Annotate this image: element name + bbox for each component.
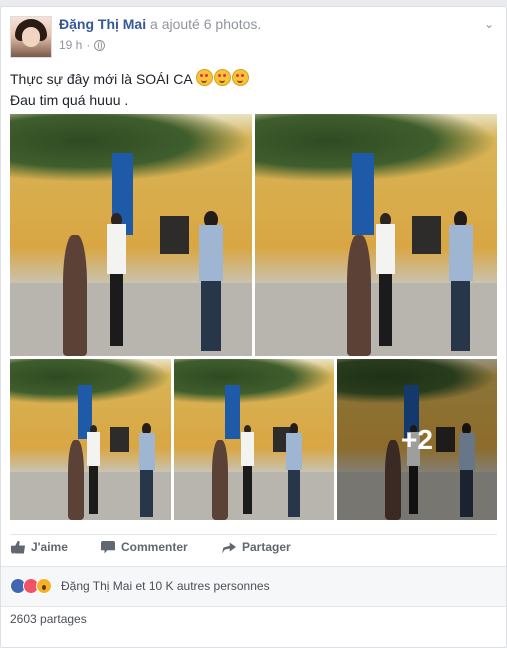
legs xyxy=(287,470,301,517)
post-action-text: a ajouté 6 photos. xyxy=(150,16,262,32)
post-card: Đặng Thị Mai a ajouté 6 photos. 19 h · ⌄… xyxy=(0,6,507,648)
photo-5-more[interactable]: +2 xyxy=(337,359,497,520)
author-name-link[interactable]: Đặng Thị Mai xyxy=(59,16,146,32)
post-text: Thực sự đây mới là SOÁI CA Đau tim quá h… xyxy=(10,69,250,111)
photo-door xyxy=(412,215,442,255)
legs xyxy=(89,465,99,514)
photo-chair xyxy=(67,439,85,520)
photo-banner xyxy=(351,152,374,235)
legs xyxy=(109,274,124,347)
photo-person-white-shirt xyxy=(376,213,396,347)
photo-4[interactable] xyxy=(174,359,334,520)
photo-trees xyxy=(174,359,334,405)
shirt xyxy=(286,432,302,471)
wow-icon xyxy=(36,578,52,594)
photo-3[interactable] xyxy=(10,359,171,520)
photo-chair xyxy=(346,235,372,356)
photo-trees xyxy=(255,114,497,182)
photo-door xyxy=(160,215,190,255)
avatar-face xyxy=(22,27,40,47)
photo-2[interactable] xyxy=(255,114,497,356)
photo-person-blue-shirt xyxy=(448,210,473,352)
photo-chair xyxy=(212,439,229,520)
post-text-line-1-text: Thực sự đây mới là SOÁI CA xyxy=(10,71,192,87)
shirt xyxy=(138,432,155,471)
post-meta: 19 h · xyxy=(59,38,106,52)
legs xyxy=(201,280,221,352)
photo-person-blue-shirt xyxy=(198,210,223,352)
like-label: J'aime xyxy=(31,540,68,554)
comment-button[interactable]: Commenter xyxy=(101,540,188,554)
legs xyxy=(243,465,253,514)
post-header: Đặng Thị Mai a ajouté 6 photos. xyxy=(59,16,261,32)
photo-person-blue-shirt xyxy=(138,423,155,517)
smiling-heart-eyes-emoji-icon xyxy=(231,69,249,86)
post-timestamp[interactable]: 19 h xyxy=(59,38,82,52)
divider xyxy=(1,606,506,607)
author-avatar[interactable] xyxy=(10,16,52,58)
reactions-summary[interactable]: Đặng Thị Mai et 10 K autres personnes xyxy=(61,579,270,593)
reaction-icons[interactable] xyxy=(10,578,52,594)
reactions-bar: Đặng Thị Mai et 10 K autres personnes xyxy=(1,566,506,607)
legs xyxy=(451,280,471,352)
post-action-bar: J'aime Commenter Partager xyxy=(1,534,506,566)
shirt xyxy=(198,224,223,281)
photo-1[interactable] xyxy=(10,114,252,356)
photo-person-white-shirt xyxy=(87,425,101,514)
share-label: Partager xyxy=(242,540,291,554)
chevron-down-icon[interactable]: ⌄ xyxy=(482,17,496,31)
shirt xyxy=(241,432,254,466)
shirt xyxy=(106,223,127,275)
photo-person-white-shirt xyxy=(106,213,127,347)
photo-door xyxy=(109,426,130,453)
photo-person-blue-shirt xyxy=(286,423,302,517)
comment-icon xyxy=(101,540,115,554)
post-text-line-1: Thực sự đây mới là SOÁI CA xyxy=(10,69,250,90)
more-photos-overlay[interactable]: +2 xyxy=(337,359,497,520)
photo-ground xyxy=(174,471,334,520)
shirt xyxy=(448,224,473,281)
shirt xyxy=(87,432,101,466)
shares-count[interactable]: 2603 partages xyxy=(10,612,87,626)
divider xyxy=(10,534,497,535)
shirt xyxy=(376,223,396,275)
smiling-heart-eyes-emoji-icon xyxy=(195,69,213,86)
post-text-line-2: Đau tim quá huuu . xyxy=(10,92,129,108)
photo-person-white-shirt xyxy=(241,425,254,514)
comment-label: Commenter xyxy=(121,540,188,554)
globe-icon[interactable] xyxy=(94,39,106,51)
thumbs-up-icon xyxy=(11,540,25,554)
legs xyxy=(140,470,154,517)
meta-separator: · xyxy=(86,38,91,52)
share-arrow-icon xyxy=(222,542,236,554)
like-button[interactable]: J'aime xyxy=(11,540,68,554)
photo-banner xyxy=(225,384,240,440)
photo-chair xyxy=(63,235,88,356)
share-button[interactable]: Partager xyxy=(222,540,291,554)
legs xyxy=(378,274,393,347)
smiling-heart-eyes-emoji-icon xyxy=(213,69,231,86)
